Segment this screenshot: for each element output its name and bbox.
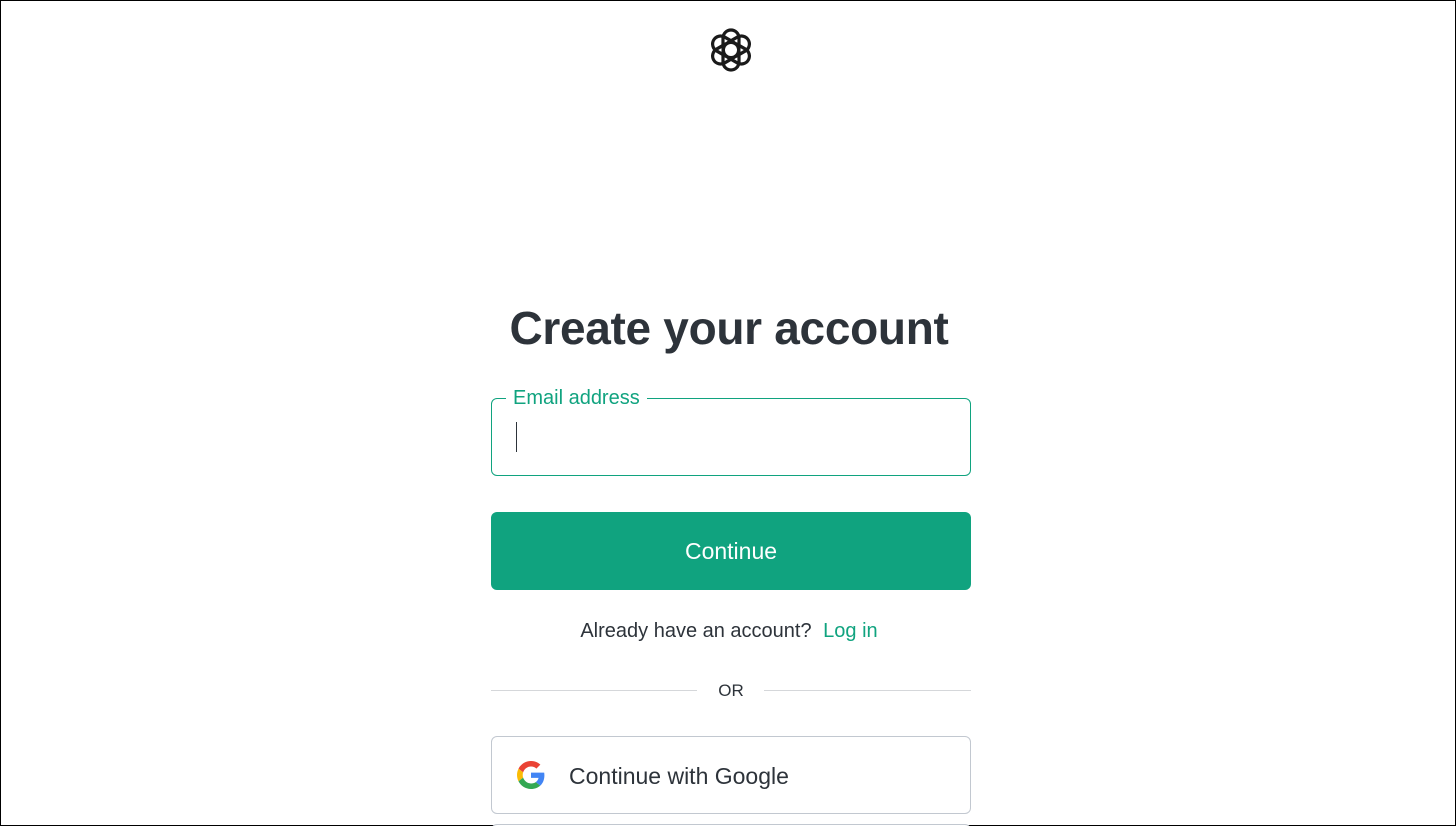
- text-caret: [516, 422, 517, 452]
- openai-logo-icon: [711, 28, 751, 72]
- continue-button[interactable]: Continue: [491, 512, 971, 590]
- login-link[interactable]: Log in: [823, 620, 878, 642]
- divider-left: [491, 690, 697, 691]
- google-icon: [517, 761, 545, 789]
- email-field[interactable]: Email address: [491, 385, 971, 476]
- google-button-label: Continue with Google: [569, 763, 789, 789]
- login-prompt: Already have an account? Log in: [1, 617, 1456, 645]
- continue-with-google-button[interactable]: Continue with Google: [491, 736, 971, 814]
- login-prompt-text: Already have an account?: [580, 620, 812, 642]
- divider-right: [764, 690, 971, 691]
- divider-label: OR: [718, 681, 744, 700]
- page-title: Create your account: [509, 302, 949, 354]
- email-input[interactable]: [516, 421, 946, 455]
- email-field-label: Email address: [506, 385, 647, 411]
